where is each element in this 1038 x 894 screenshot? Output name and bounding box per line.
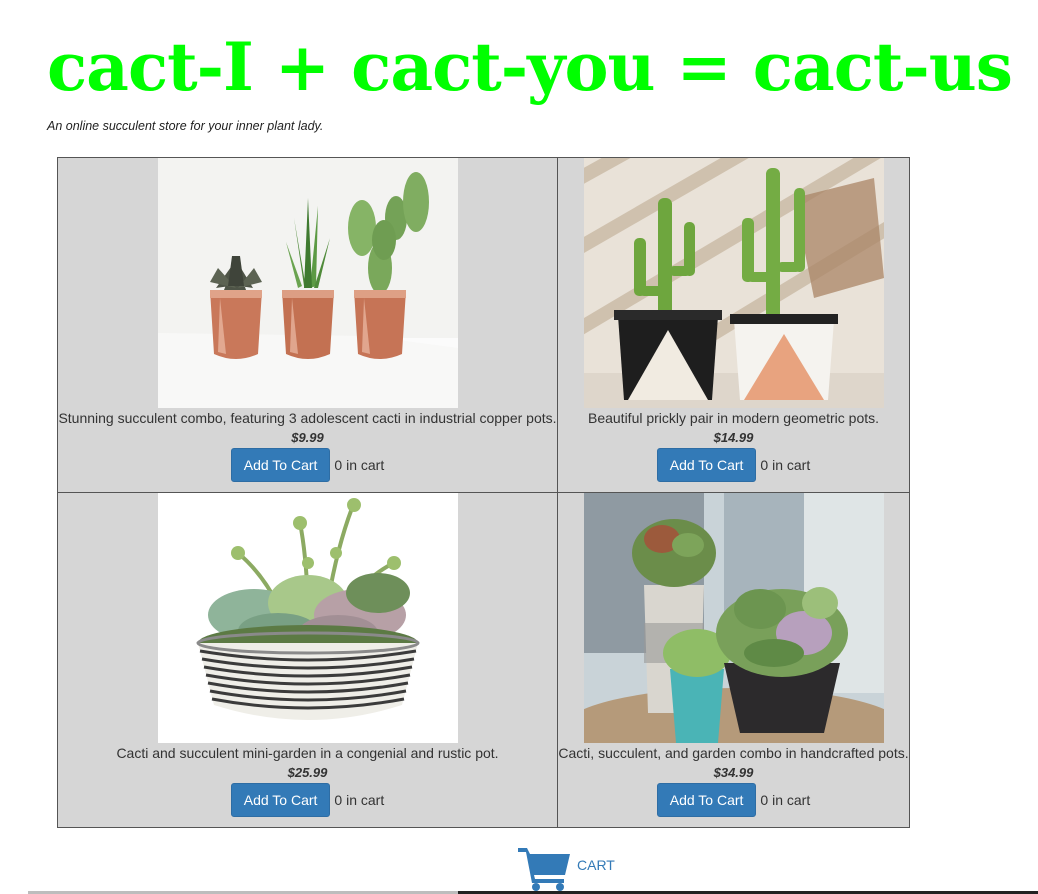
product-price: $34.99 (713, 765, 754, 780)
handcrafted-pots-garden-photo (583, 493, 884, 743)
product-cell: Beautiful prickly pair in modern geometr… (557, 157, 910, 493)
product-price: $25.99 (287, 765, 328, 780)
tagline: An online succulent store for your inner… (47, 119, 324, 133)
product-description: Stunning succulent combo, featuring 3 ad… (58, 410, 557, 426)
cart-count: 0 in cart (760, 792, 811, 808)
add-to-cart-button[interactable]: Add To Cart (656, 448, 757, 482)
product-cell: Cacti, succulent, and garden combo in ha… (557, 492, 910, 828)
page-title: cact-I + cact-you = cact-us (47, 28, 1013, 106)
cart-count: 0 in cart (334, 457, 385, 473)
page: cact-I + cact-you = cact-us An online su… (0, 0, 1038, 894)
shopping-cart-icon (518, 848, 570, 891)
cart-label: CART (577, 857, 615, 873)
product-cell: Cacti and succulent mini-garden in a con… (57, 492, 558, 828)
product-description: Cacti, succulent, and garden combo in ha… (558, 745, 909, 761)
product-price: $9.99 (291, 430, 324, 445)
product-description: Beautiful prickly pair in modern geometr… (587, 410, 880, 426)
succulent-mini-garden-photo (157, 493, 458, 743)
product-cell: Stunning succulent combo, featuring 3 ad… (57, 157, 558, 493)
product-grid: Stunning succulent combo, featuring 3 ad… (57, 157, 910, 828)
add-to-cart-button[interactable]: Add To Cart (656, 783, 757, 817)
product-description: Cacti and succulent mini-garden in a con… (116, 745, 499, 761)
add-to-cart-button[interactable]: Add To Cart (230, 783, 331, 817)
product-price: $14.99 (713, 430, 754, 445)
cart-count: 0 in cart (334, 792, 385, 808)
geometric-pots-cacti-photo (583, 158, 884, 408)
cart-link[interactable]: CART (518, 845, 615, 891)
add-to-cart-button[interactable]: Add To Cart (230, 448, 331, 482)
cart-count: 0 in cart (760, 457, 811, 473)
copper-pots-cacti-photo (157, 158, 458, 408)
